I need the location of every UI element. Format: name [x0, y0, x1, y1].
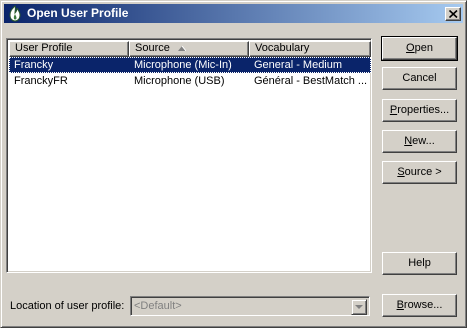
column-header-user-profile[interactable]: User Profile	[9, 41, 129, 57]
column-label: Vocabulary	[255, 42, 310, 54]
button-label: ew...	[412, 135, 435, 147]
close-button[interactable]	[445, 7, 461, 21]
sort-ascending-icon	[178, 46, 186, 51]
location-combobox[interactable]: <Default>	[130, 296, 370, 316]
dragon-flame-icon	[7, 5, 23, 22]
open-user-profile-dialog: Open User Profile User Profile Source Vo…	[0, 0, 467, 328]
button-label: ource >	[404, 166, 442, 178]
cell-vocabulary: Général - BestMatch ...	[254, 75, 368, 87]
button-label: Help	[408, 257, 431, 269]
cell-source: Microphone (Mic-In)	[134, 59, 232, 71]
browse-button[interactable]: Browse...	[382, 294, 457, 317]
button-label: Cancel	[402, 72, 437, 84]
window-title: Open User Profile	[27, 6, 129, 20]
hotkey-letter: B	[396, 299, 404, 311]
hotkey-letter: N	[404, 135, 413, 147]
column-header-source[interactable]: Source	[129, 41, 249, 57]
table-row[interactable]: Francky Microphone (Mic-In) General - Me…	[9, 57, 371, 73]
button-label: pen	[414, 42, 433, 54]
close-icon	[449, 10, 458, 18]
column-label: Source	[135, 42, 170, 54]
user-profile-list[interactable]: User Profile Source Vocabulary Francky M…	[6, 38, 372, 273]
hotkey-letter: S	[397, 166, 405, 178]
button-label: roperties...	[397, 104, 450, 116]
properties-button[interactable]: Properties...	[382, 99, 457, 122]
location-value: <Default>	[134, 300, 182, 312]
cell-source: Microphone (USB)	[134, 75, 225, 87]
combo-dropdown-button[interactable]	[351, 299, 367, 315]
title-bar[interactable]: Open User Profile	[4, 4, 463, 23]
list-header: User Profile Source Vocabulary	[9, 41, 371, 57]
help-button[interactable]: Help	[382, 252, 457, 275]
cell-vocabulary: General - Medium	[254, 59, 343, 71]
cancel-button[interactable]: Cancel	[382, 67, 457, 90]
button-label: rowse...	[403, 299, 443, 311]
chevron-down-icon	[355, 305, 363, 309]
new-button[interactable]: New...	[382, 130, 457, 153]
hotkey-letter: O	[406, 42, 415, 54]
open-button[interactable]: Open	[381, 36, 458, 61]
table-row[interactable]: FranckyFR Microphone (USB) Général - Bes…	[9, 73, 371, 89]
source-button[interactable]: Source >	[382, 161, 457, 184]
cell-profile: FranckyFR	[14, 75, 68, 87]
location-label: Location of user profile:	[10, 300, 125, 312]
cell-profile: Francky	[14, 59, 54, 71]
column-label: User Profile	[15, 42, 73, 54]
column-header-vocabulary[interactable]: Vocabulary	[249, 41, 371, 57]
